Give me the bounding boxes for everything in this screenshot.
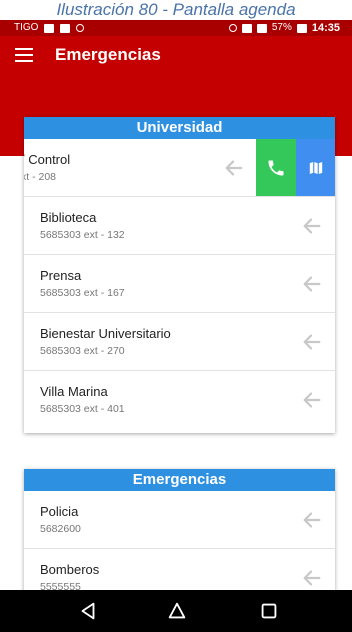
clock: 14:35 (311, 22, 340, 34)
arrow-left-icon[interactable] (301, 215, 323, 237)
battery-icon (296, 23, 307, 33)
back-triangle-icon[interactable] (76, 600, 100, 622)
arrow-left-icon[interactable] (301, 273, 323, 295)
carrier-label: TIGO (14, 22, 39, 33)
arrow-left-icon[interactable] (223, 157, 245, 179)
contact-ext: 5685303 ext - 167 (40, 287, 125, 299)
wifi-icon (241, 23, 252, 33)
arrow-left-icon[interactable] (301, 389, 323, 411)
status-bar: TIGO 57% 14:35 (0, 20, 352, 36)
section-card-universidad: Universidad / Control xt - 208 Bibliotec… (24, 117, 335, 433)
list-item[interactable]: Policia 5682600 (24, 491, 335, 549)
contact-name: Villa Marina (40, 384, 108, 399)
page-title: Emergencias (55, 45, 161, 64)
system-nav-bar (0, 590, 352, 632)
call-button[interactable] (256, 139, 296, 196)
contact-ext: 5685303 ext - 132 (40, 229, 125, 241)
list-item[interactable]: / Control xt - 208 (24, 139, 335, 197)
list-item[interactable]: Villa Marina 5685303 ext - 401 (24, 371, 335, 429)
contact-name: Biblioteca (40, 210, 97, 225)
battery-percent: 57% (271, 22, 292, 33)
alarm-icon (228, 24, 237, 32)
recents-square-icon[interactable] (257, 600, 281, 622)
map-button[interactable] (296, 139, 335, 196)
status-right: 57% 14:35 (228, 20, 340, 36)
contact-name: Policia (40, 504, 79, 519)
home-circle-icon[interactable] (165, 600, 189, 622)
contact-ext: 5682600 (40, 523, 81, 535)
section-header: Universidad (24, 117, 335, 139)
contact-ext: xt - 208 (24, 171, 57, 183)
hamburger-menu-icon[interactable] (15, 48, 33, 62)
contact-ext: 5685303 ext - 270 (40, 345, 125, 357)
section-header: Emergencias (24, 469, 335, 491)
notification-icon (60, 23, 71, 33)
contact-name: Prensa (40, 268, 82, 283)
contact-name: Bomberos (40, 562, 100, 577)
phone-icon (268, 160, 284, 176)
contact-ext: 5685303 ext - 401 (40, 403, 125, 415)
section-card-emergencias: Emergencias Policia 5682600 Bomberos 555… (24, 469, 335, 609)
figure-caption: Ilustración 80 - Pantalla agenda (0, 0, 352, 20)
arrow-left-icon[interactable] (301, 567, 323, 589)
map-icon (308, 160, 323, 176)
list-item[interactable]: Bienestar Universitario 5685303 ext - 27… (24, 313, 335, 371)
contact-name: / Control (24, 152, 71, 167)
arrow-left-icon[interactable] (301, 331, 323, 353)
signal-icon (256, 23, 267, 33)
contact-name: Bienestar Universitario (40, 326, 171, 341)
notification-icon (44, 23, 55, 33)
arrow-left-icon[interactable] (301, 509, 323, 531)
voicemail-icon (76, 24, 85, 32)
list-item[interactable]: Prensa 5685303 ext - 167 (24, 255, 335, 313)
list-item[interactable]: Biblioteca 5685303 ext - 132 (24, 197, 335, 255)
status-left: TIGO (14, 20, 85, 36)
